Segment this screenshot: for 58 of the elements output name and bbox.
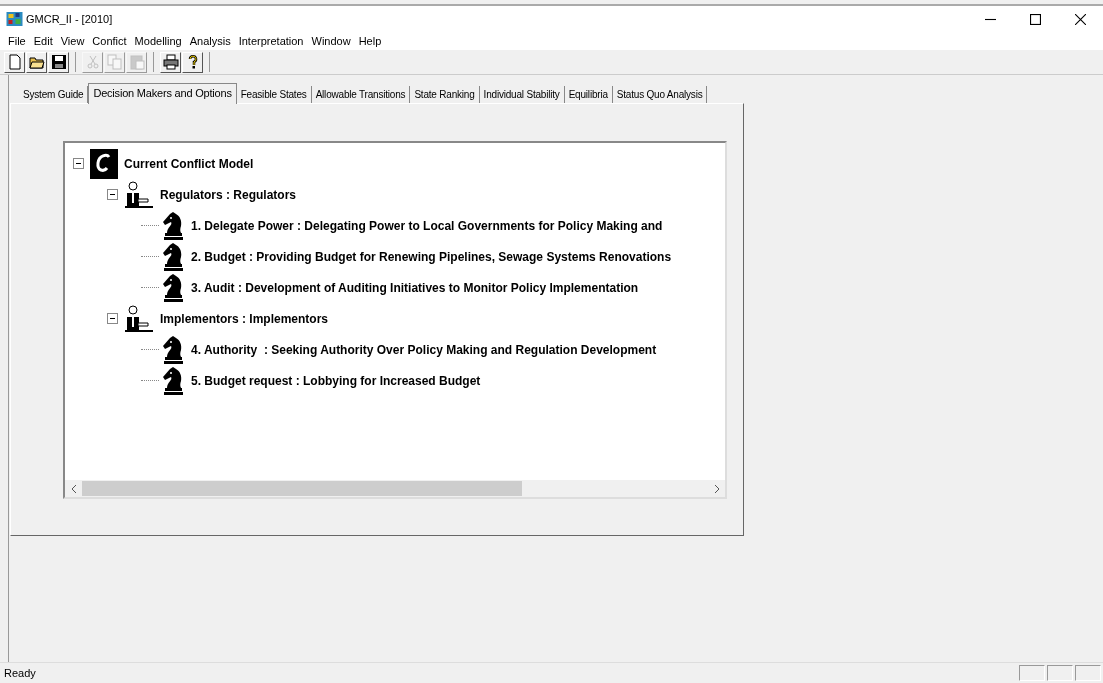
chess-knight-icon bbox=[161, 365, 185, 396]
printer-icon bbox=[162, 54, 179, 70]
menu-item[interactable]: Confict bbox=[88, 35, 131, 47]
tab[interactable]: Feasible States bbox=[236, 86, 312, 103]
tree-item[interactable]: Implementors : Implementors bbox=[160, 311, 329, 326]
file-button[interactable] bbox=[4, 51, 25, 73]
status-pane bbox=[1019, 665, 1045, 681]
status-text: Ready bbox=[4, 667, 36, 679]
tree-item[interactable]: 1. Delegate Power : Delegating Power to Local Governments for Policy Making and bbox=[191, 218, 663, 233]
tab[interactable]: Decision Makers and Options bbox=[88, 83, 237, 104]
chess-knight-icon bbox=[161, 241, 185, 272]
window-title: GMCR_II - [2010] bbox=[26, 13, 113, 25]
menu-item[interactable]: Edit bbox=[29, 35, 57, 47]
printer-button[interactable] bbox=[160, 51, 181, 73]
tab[interactable]: Equilibria bbox=[564, 86, 613, 103]
menu-item[interactable]: Interpretation bbox=[234, 35, 308, 47]
clipboard-icon bbox=[128, 54, 145, 70]
tab[interactable]: Allowable Transitions bbox=[311, 86, 411, 103]
tab[interactable]: Individual Stability bbox=[479, 86, 565, 103]
scroll-left-icon[interactable] bbox=[70, 483, 77, 494]
person-at-desk-icon bbox=[124, 304, 154, 333]
scroll-right-icon[interactable] bbox=[713, 483, 720, 494]
status-pane bbox=[1047, 665, 1073, 681]
chess-knight-icon bbox=[161, 210, 185, 241]
menu-item[interactable]: File bbox=[4, 35, 30, 47]
file-icon bbox=[6, 54, 23, 70]
close-icon bbox=[1075, 13, 1086, 25]
tree-item[interactable]: Regulators : Regulators bbox=[160, 187, 297, 202]
folder-icon bbox=[28, 54, 45, 70]
tree-item[interactable]: 5. Budget request : Lobbying for Increased Budget bbox=[191, 373, 481, 388]
collapse-toggle[interactable] bbox=[73, 158, 84, 169]
question-mark-button[interactable] bbox=[182, 51, 203, 73]
chess-knight-icon bbox=[161, 334, 185, 365]
floppy-disk-button[interactable] bbox=[48, 51, 69, 73]
menu-item[interactable]: Modelling bbox=[130, 35, 186, 47]
person-at-desk-icon bbox=[124, 180, 154, 209]
chess-knight-icon bbox=[161, 272, 185, 303]
menu-item[interactable]: Window bbox=[307, 35, 355, 47]
horizontal-scrollbar[interactable] bbox=[65, 480, 725, 497]
copy-icon bbox=[106, 54, 123, 70]
menu-item[interactable]: Help bbox=[354, 35, 386, 47]
tree-item[interactable]: 2. Budget : Providing Budget for Renewing Pipelines, Sewage Systems Renovations bbox=[191, 249, 672, 264]
app-icon bbox=[6, 12, 23, 26]
tree-item[interactable]: 3. Audit : Development of Auditing Initiatives to Monitor Policy Implementation bbox=[191, 280, 639, 295]
scrollbar-thumb[interactable] bbox=[82, 481, 522, 496]
status-pane bbox=[1075, 665, 1101, 681]
folder-button[interactable] bbox=[26, 51, 47, 73]
collapse-toggle[interactable] bbox=[107, 189, 118, 200]
tab[interactable]: Status Quo Analysis bbox=[612, 86, 708, 103]
tab[interactable]: State Ranking bbox=[410, 86, 480, 103]
conflict-model-icon bbox=[90, 148, 118, 179]
scissors-icon bbox=[84, 54, 101, 70]
collapse-toggle[interactable] bbox=[107, 313, 118, 324]
menu-item[interactable]: View bbox=[56, 35, 89, 47]
menu-item[interactable]: Analysis bbox=[185, 35, 235, 47]
tree-item[interactable]: 4. Authority : Seeking Authority Over Policy Making and Regulation Development bbox=[191, 342, 657, 357]
maximize-icon bbox=[1030, 13, 1041, 25]
tree-item[interactable]: Current Conflict Model bbox=[124, 156, 254, 171]
